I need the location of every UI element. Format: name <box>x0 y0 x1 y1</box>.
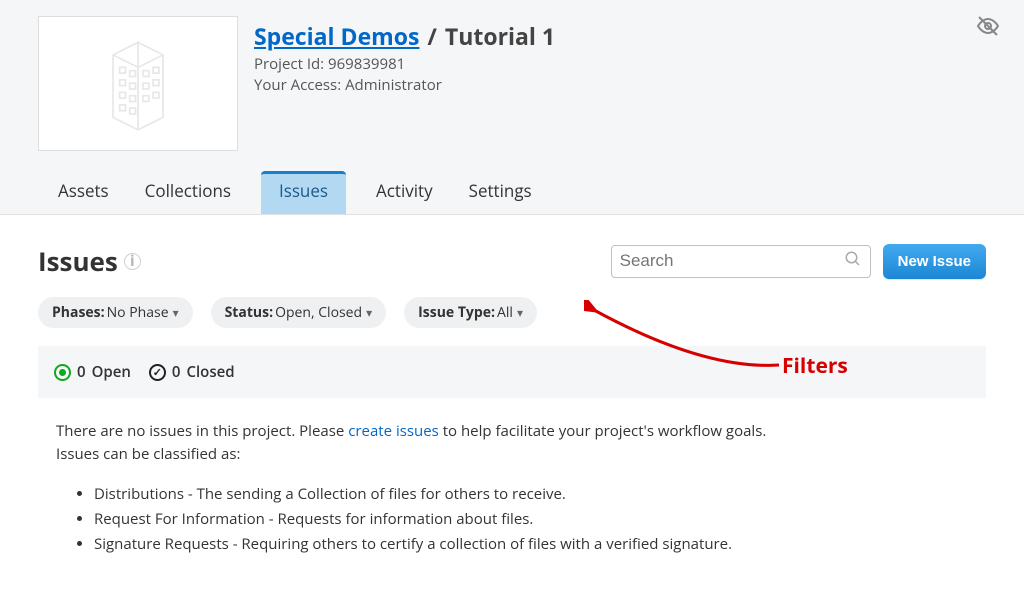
tab-assets[interactable]: Assets <box>52 171 115 214</box>
search-input-wrapper[interactable] <box>611 245 871 278</box>
search-input[interactable] <box>620 251 844 271</box>
search-icon <box>844 250 862 273</box>
filter-status[interactable]: Status: Open, Closed ▾ <box>211 297 387 328</box>
open-count[interactable]: 0 Open <box>54 362 131 382</box>
create-issues-link[interactable]: create issues <box>348 421 439 441</box>
status-bar: 0 Open ✓ 0 Closed <box>38 346 986 398</box>
project-id-line: Project Id: 969839981 <box>254 54 555 75</box>
list-item: Distributions - The sending a Collection… <box>94 483 986 506</box>
closed-count[interactable]: ✓ 0 Closed <box>149 362 235 382</box>
breadcrumb-parent-link[interactable]: Special Demos <box>254 20 419 52</box>
caret-down-icon: ▾ <box>366 304 372 321</box>
visibility-off-icon[interactable] <box>976 14 1000 43</box>
breadcrumb-current: Tutorial 1 <box>445 20 555 52</box>
caret-down-icon: ▾ <box>173 304 179 321</box>
tab-issues[interactable]: Issues <box>261 171 346 214</box>
tab-collections[interactable]: Collections <box>139 171 237 214</box>
new-issue-button[interactable]: New Issue <box>883 244 986 279</box>
tabs: Assets Collections Issues Activity Setti… <box>38 171 986 214</box>
list-item: Request For Information - Requests for i… <box>94 508 986 531</box>
caret-down-icon: ▾ <box>517 304 523 321</box>
project-thumbnail <box>38 16 238 151</box>
empty-state: There are no issues in this project. Ple… <box>38 420 986 556</box>
list-item: Signature Requests - Requiring others to… <box>94 533 986 556</box>
filter-issue-type[interactable]: Issue Type: All ▾ <box>404 297 537 328</box>
tab-settings[interactable]: Settings <box>463 171 538 214</box>
open-status-icon <box>54 364 71 381</box>
page-header: Special Demos / Tutorial 1 Project Id: 9… <box>0 0 1024 215</box>
filter-phases[interactable]: Phases: No Phase ▾ <box>38 297 193 328</box>
filters-row: Phases: No Phase ▾ Status: Open, Closed … <box>38 297 986 328</box>
breadcrumb: Special Demos / Tutorial 1 <box>254 20 555 52</box>
info-icon[interactable]: i <box>124 253 141 270</box>
building-icon <box>93 34 183 134</box>
access-line: Your Access: Administrator <box>254 75 555 96</box>
breadcrumb-separator: / <box>427 20 437 52</box>
closed-status-icon: ✓ <box>149 364 166 381</box>
tab-activity[interactable]: Activity <box>370 171 439 214</box>
page-title: Issues i <box>38 243 141 279</box>
